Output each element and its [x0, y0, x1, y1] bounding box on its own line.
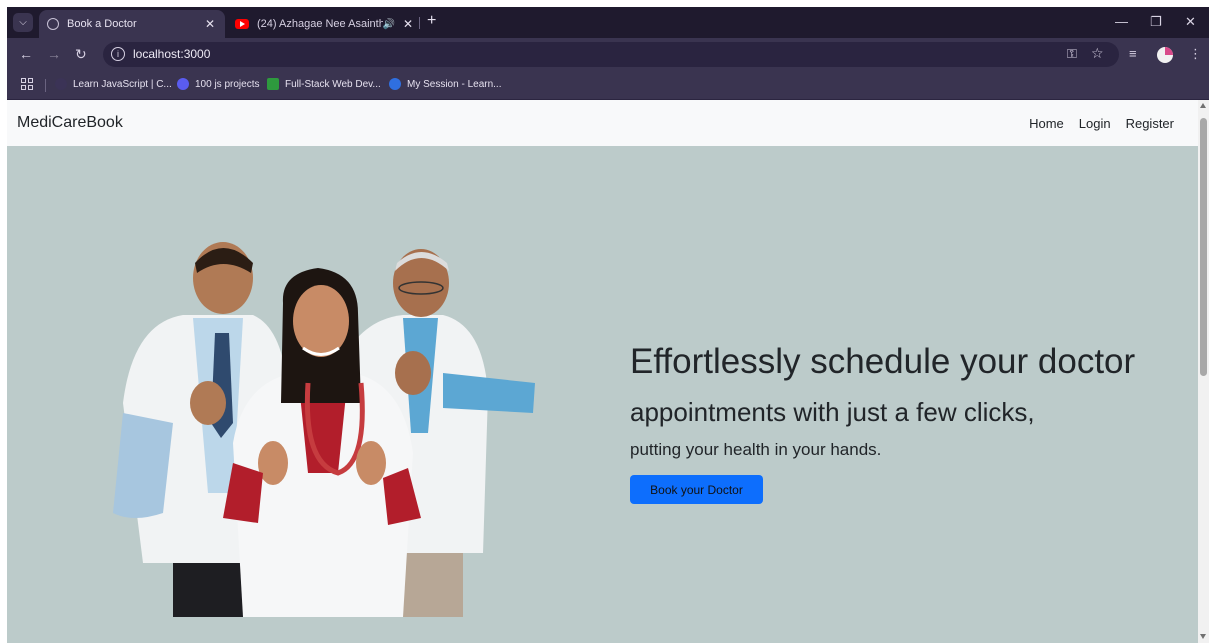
- profile-avatar[interactable]: [1157, 47, 1173, 63]
- bookmarks-bar: Learn JavaScript | C... 100 js projects …: [7, 71, 1209, 100]
- bookmark-icon: [389, 78, 401, 90]
- address-bar[interactable]: i localhost:3000 ⚿ ☆: [103, 42, 1119, 67]
- scroll-down-icon[interactable]: [1200, 634, 1206, 639]
- bookmark-label: 100 js projects: [195, 78, 260, 90]
- reading-list-icon[interactable]: ≡: [1129, 46, 1137, 61]
- bookmarks-divider: [45, 79, 46, 92]
- nav-register[interactable]: Register: [1126, 116, 1174, 131]
- browser-toolbar: ← → ↻ i localhost:3000 ⚿ ☆ ≡ ⋮: [7, 38, 1209, 71]
- tab-book-a-doctor[interactable]: Book a Doctor ✕: [39, 10, 225, 38]
- tab-divider: [419, 17, 420, 29]
- reload-icon[interactable]: ↻: [75, 46, 87, 63]
- globe-icon: [47, 18, 59, 30]
- tab-bar: ⌵ Book a Doctor ✕ (24) Azhagae Nee Asain…: [7, 7, 1209, 38]
- bookmark-label: Full-Stack Web Dev...: [285, 78, 381, 90]
- plus-icon[interactable]: +: [427, 12, 436, 30]
- site-brand[interactable]: MediCareBook: [17, 114, 123, 132]
- bookmark-icon: [177, 78, 189, 90]
- scrollbar-thumb[interactable]: [1200, 118, 1207, 376]
- arrow-left-icon[interactable]: ←: [19, 46, 33, 62]
- chevron-down-icon: ⌵: [19, 17, 27, 28]
- hero-headline: Effortlessly schedule your doctor: [630, 342, 1136, 381]
- browser-window: ⌵ Book a Doctor ✕ (24) Azhagae Nee Asain…: [7, 7, 1209, 643]
- close-icon[interactable]: ✕: [203, 17, 217, 31]
- page-scrollbar[interactable]: [1198, 100, 1209, 643]
- bookmark-label: Learn JavaScript | C...: [73, 78, 172, 90]
- book-doctor-button[interactable]: Book your Doctor: [630, 475, 763, 504]
- nav-links: Home Login Register: [1029, 116, 1174, 131]
- arrow-right-icon[interactable]: →: [47, 46, 61, 62]
- bookmark-my-session[interactable]: My Session - Learn...: [389, 78, 501, 90]
- close-icon[interactable]: ✕: [401, 17, 415, 31]
- restore-icon[interactable]: ❐: [1150, 14, 1162, 30]
- bookmark-label: My Session - Learn...: [407, 78, 502, 90]
- web-page: MediCareBook Home Login Register Effortl…: [7, 100, 1198, 643]
- tab-title: Book a Doctor: [67, 18, 137, 30]
- youtube-icon: [235, 19, 249, 29]
- bookmark-100-js-projects[interactable]: 100 js projects: [177, 78, 259, 90]
- hero-tagline: putting your health in your hands.: [630, 440, 882, 459]
- tab-title: (24) Azhagae Nee Asainthal: [257, 18, 383, 30]
- tab-search-button[interactable]: ⌵: [13, 13, 33, 32]
- key-icon[interactable]: ⚿: [1067, 46, 1077, 62]
- apps-grid-icon[interactable]: [21, 78, 33, 90]
- nav-home[interactable]: Home: [1029, 116, 1064, 131]
- star-icon[interactable]: ☆: [1091, 45, 1104, 62]
- doctors-hero-image: [113, 242, 535, 617]
- bookmark-icon: [55, 78, 67, 90]
- site-navbar: MediCareBook Home Login Register: [7, 100, 1198, 146]
- scroll-up-icon[interactable]: [1200, 103, 1206, 108]
- kebab-menu-icon[interactable]: ⋮: [1189, 46, 1202, 62]
- bookmark-icon: [267, 78, 279, 90]
- nav-login[interactable]: Login: [1079, 116, 1111, 131]
- hero-subheadline: appointments with just a few clicks,: [630, 397, 1035, 427]
- tab-youtube[interactable]: (24) Azhagae Nee Asainthal 🔊 ✕: [227, 10, 423, 38]
- url-text[interactable]: localhost:3000: [133, 47, 210, 61]
- info-icon[interactable]: i: [111, 47, 125, 61]
- window-close-icon[interactable]: ✕: [1185, 14, 1196, 30]
- minimize-icon[interactable]: —: [1115, 14, 1128, 29]
- speaker-icon[interactable]: 🔊: [383, 19, 395, 30]
- bookmark-full-stack-web-dev[interactable]: Full-Stack Web Dev...: [267, 78, 381, 90]
- bookmark-learn-javascript[interactable]: Learn JavaScript | C...: [55, 78, 172, 90]
